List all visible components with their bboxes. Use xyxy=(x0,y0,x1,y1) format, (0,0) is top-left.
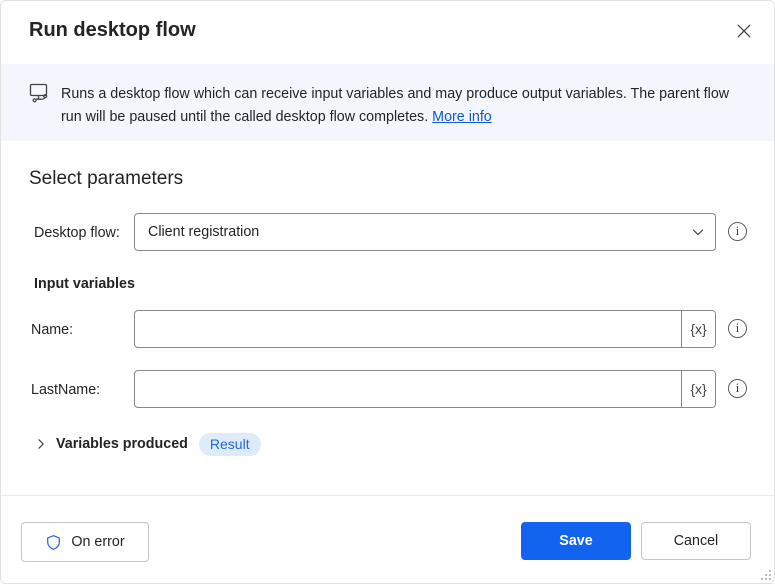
on-error-label: On error xyxy=(71,534,125,550)
name-field[interactable]: {x} xyxy=(134,310,716,348)
shield-icon xyxy=(45,534,62,551)
section-title: Select parameters xyxy=(29,168,184,189)
dialog-body: Select parameters Desktop flow: Client r… xyxy=(1,141,774,495)
page-title: Run desktop flow xyxy=(29,19,196,41)
variables-produced-label[interactable]: Variables produced xyxy=(56,436,188,452)
chevron-right-icon[interactable] xyxy=(34,437,48,451)
desktop-flow-value: Client registration xyxy=(148,224,260,240)
desktop-flow-info-icon[interactable]: i xyxy=(728,222,747,241)
lastname-info-icon[interactable]: i xyxy=(728,379,747,398)
desktop-flow-label: Desktop flow: xyxy=(34,225,120,241)
close-button[interactable] xyxy=(726,13,762,49)
variables-produced-row[interactable]: Variables produced Result xyxy=(34,431,261,457)
name-label: Name: xyxy=(31,322,74,338)
lastname-variable-button[interactable]: {x} xyxy=(681,371,715,407)
resize-grip[interactable] xyxy=(758,567,771,580)
variable-pill-result[interactable]: Result xyxy=(198,432,261,456)
cancel-button[interactable]: Cancel xyxy=(641,522,751,560)
desktop-flow-icon xyxy=(28,81,52,105)
name-input[interactable] xyxy=(135,311,681,347)
name-info-icon[interactable]: i xyxy=(728,319,747,338)
name-variable-button[interactable]: {x} xyxy=(681,311,715,347)
banner-description: Runs a desktop flow which can receive in… xyxy=(61,86,730,125)
chevron-down-icon[interactable] xyxy=(681,214,715,250)
dialog-titlebar: Run desktop flow xyxy=(1,1,774,63)
close-icon xyxy=(736,23,752,39)
lastname-label: LastName: xyxy=(31,382,101,398)
on-error-button[interactable]: On error xyxy=(21,522,149,562)
desktop-flow-select[interactable]: Client registration xyxy=(134,213,716,251)
banner-text: Runs a desktop flow which can receive in… xyxy=(61,83,733,129)
run-desktop-flow-dialog: Run desktop flow Runs a desktop flow whi… xyxy=(0,0,775,584)
info-banner: Runs a desktop flow which can receive in… xyxy=(1,64,774,141)
more-info-link[interactable]: More info xyxy=(432,109,492,125)
save-button[interactable]: Save xyxy=(521,522,631,560)
lastname-field[interactable]: {x} xyxy=(134,370,716,408)
lastname-input[interactable] xyxy=(135,371,681,407)
input-variables-label: Input variables xyxy=(34,276,135,292)
